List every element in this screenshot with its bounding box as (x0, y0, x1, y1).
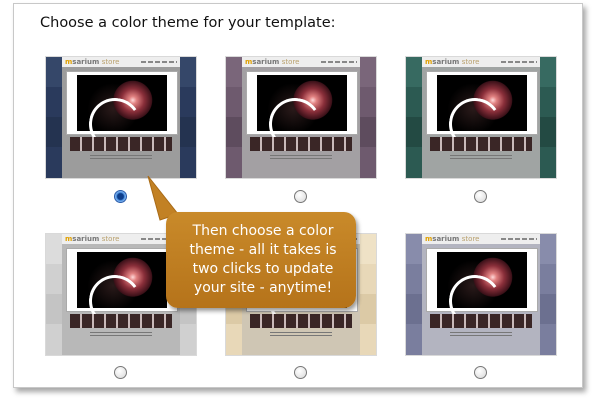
preview-photo (66, 248, 178, 332)
page-heading: Choose a color theme for your template: (40, 15, 336, 31)
theme-radio-navy[interactable] (114, 190, 127, 203)
preview-logo: msarium store (65, 58, 120, 66)
theme-thumbnail-plum[interactable]: msarium store (226, 57, 376, 178)
preview-logo: msarium store (245, 58, 300, 66)
preview-logo: msarium store (425, 235, 480, 243)
preview-photo (426, 71, 538, 155)
preview-logo: msarium store (425, 58, 480, 66)
theme-radio-sand[interactable] (294, 366, 307, 379)
theme-radio-silver[interactable] (114, 366, 127, 379)
theme-radio-slate-blue[interactable] (474, 366, 487, 379)
preview-photo (66, 71, 178, 155)
theme-radio-teal[interactable] (474, 190, 487, 203)
preview-photo (246, 71, 358, 155)
theme-radio-plum[interactable] (294, 190, 307, 203)
theme-thumbnail-slate-blue[interactable]: msarium store (406, 234, 556, 355)
theme-thumbnail-navy[interactable]: msarium store (46, 57, 196, 178)
callout-text: Then choose a color theme - all it takes… (189, 223, 337, 296)
preview-logo: msarium store (65, 235, 120, 243)
theme-thumbnail-teal[interactable]: msarium store (406, 57, 556, 178)
preview-photo (426, 248, 538, 332)
